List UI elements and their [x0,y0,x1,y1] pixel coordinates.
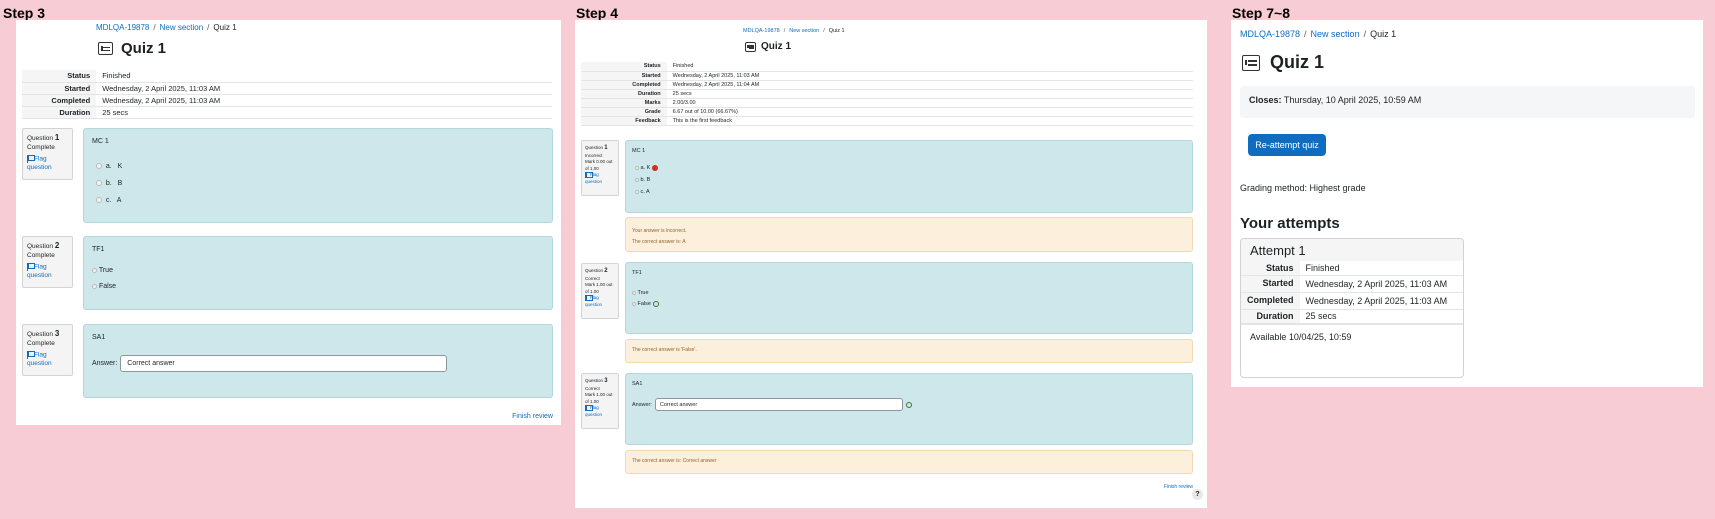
question-2-content: TF1 True False [83,236,553,310]
breadcrumb: MDLQA-19878 / New section / Quiz 1 [96,23,237,32]
question-1-feedback: Your answer is incorrect. The correct an… [625,217,1193,252]
attempt-summary-table: Status Finished Started Wednesday, 2 April… [22,70,552,119]
step-78-label: Step 7~8 [1232,5,1290,21]
page-title: Quiz 1 [1270,52,1325,72]
breadcrumb-current: Quiz 1 [1370,29,1397,39]
attempt-available: Available 10/04/25, 10:59 [1241,323,1463,349]
re-attempt-quiz-button[interactable]: Re-attempt quiz [1248,134,1326,156]
option-a[interactable]: a. K [96,158,544,175]
answer-input[interactable]: Correct answer [654,398,903,411]
attempt-table: Status Finished Started Wednesday, 2 April… [1241,261,1463,324]
answer-input[interactable]: Correct answer [120,355,448,372]
correct-icon [652,300,659,307]
finish-review-link[interactable]: Finish review [1164,484,1193,490]
step-78-panel: MDLQA-19878 / New section / Quiz 1 Quiz … [1231,20,1703,387]
breadcrumb-current: Quiz 1 [213,23,237,32]
attempts-heading: Your attempts [1240,215,1340,232]
question-2-info: Question 2 Complete Flag question [22,236,73,288]
question-1-content: MC 1 a. K b. B c. A [83,128,553,223]
attempt-summary-table: Status Finished Started Wednesday, 2 April… [581,62,1193,126]
option-c[interactable]: c. A [635,186,1186,198]
option-true[interactable]: True [632,288,1186,299]
quiz-icon [1242,54,1260,71]
flag-question-3-link[interactable]: Flag question [27,350,68,369]
attempt-card: Attempt 1 Status Finished Started Wednesda… [1240,238,1464,378]
breadcrumb-course-link[interactable]: MDLQA-19878 [1240,29,1300,39]
question-3-feedback: The correct answer is: Correct answer [625,450,1193,474]
incorrect-icon [651,164,658,171]
option-b[interactable]: b. B [96,175,544,192]
radio-icon [635,177,639,182]
quiz-icon [98,42,113,55]
grading-method: Grading method: Highest grade [1240,183,1366,193]
breadcrumb-current: Quiz 1 [828,28,845,34]
flag-icon [585,405,593,412]
breadcrumb-section-link[interactable]: New section [1311,29,1360,39]
page-title: Quiz 1 [121,40,167,57]
flag-icon [27,350,35,359]
option-false[interactable]: False [632,299,1186,310]
attempt-title: Attempt 1 [1241,239,1463,261]
step-3-label: Step 3 [3,5,46,21]
breadcrumb-course-link[interactable]: MDLQA-19878 [96,23,149,32]
question-3-content: SA1 Answer: Correct answer [625,373,1193,445]
step-4-label: Step 4 [576,5,619,21]
page-title: Quiz 1 [761,41,792,52]
radio-icon [96,163,102,170]
help-button[interactable]: ? [1192,489,1203,500]
question-2-feedback: The correct answer is 'False'. [625,339,1193,363]
breadcrumb-section-link[interactable]: New section [789,28,819,34]
radio-icon [635,189,639,194]
radio-icon [635,165,639,170]
question-3-content: SA1 Answer: Correct answer [83,324,553,398]
question-2-content: TF1 True False [625,262,1193,334]
option-true[interactable]: True [92,263,544,279]
flag-question-2-link[interactable]: Flag question [585,295,615,308]
quiz-dates-box: Closes: Thursday, 10 April 2025, 10:59 A… [1240,86,1695,118]
radio-icon [92,267,97,273]
option-c[interactable]: c. A [96,192,544,209]
breadcrumb-course-link[interactable]: MDLQA-19878 [743,28,780,34]
flag-icon [585,295,593,302]
finish-review-link[interactable]: Finish review [512,413,553,420]
radio-icon [92,283,97,289]
option-a[interactable]: a. K [635,162,1186,174]
option-b[interactable]: b. B [635,174,1186,186]
flag-question-1-link[interactable]: Flag question [585,172,615,185]
step-4-panel: MDLQA-19878 / New section / Quiz 1 Quiz … [575,20,1207,508]
flag-icon [27,154,35,163]
option-false[interactable]: False [92,279,544,295]
question-2-info: Question 2 Correct Mark 1.00 out of 1.00… [581,263,619,319]
flag-question-2-link[interactable]: Flag question [27,262,68,281]
flag-icon [27,262,35,271]
correct-icon [905,401,912,408]
radio-icon [632,301,636,306]
breadcrumb: MDLQA-19878 / New section / Quiz 1 [1240,29,1397,39]
flag-question-3-link[interactable]: Flag question [585,405,615,418]
question-1-info: Question 1 Complete Flag question [22,128,73,180]
radio-icon [632,290,636,295]
question-3-info: Question 3 Complete Flag question [22,324,73,376]
question-3-info: Question 3 Correct Mark 1.00 out of 1.00… [581,373,619,429]
radio-icon [96,197,102,204]
step-3-panel: MDLQA-19878 / New section / Quiz 1 Quiz … [16,20,561,425]
breadcrumb: MDLQA-19878 / New section / Quiz 1 [743,28,845,34]
flag-icon [585,172,593,179]
breadcrumb-section-link[interactable]: New section [160,23,204,32]
question-1-info: Question 1 Incorrect Mark 0.00 out of 1.… [581,140,619,196]
radio-icon [96,180,102,187]
question-1-content: MC 1 a. K b. B c. A [625,140,1193,213]
quiz-icon [745,41,756,52]
flag-question-1-link[interactable]: Flag question [27,154,68,173]
